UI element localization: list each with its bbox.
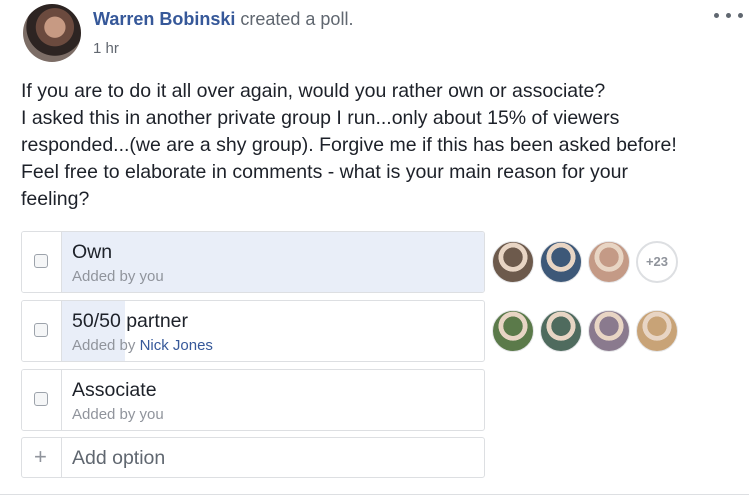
added-by-user-link[interactable]: Nick Jones	[140, 337, 213, 354]
option-added-by: Added by you	[72, 268, 164, 285]
dot-icon	[726, 13, 731, 18]
voter-avatar[interactable]	[492, 241, 534, 283]
checkbox-area[interactable]	[22, 370, 62, 430]
voter-avatar[interactable]	[636, 310, 678, 352]
option-label: Own	[72, 241, 113, 263]
option-checkbox[interactable]	[34, 392, 48, 406]
poll-option-50-50-partner[interactable]: 50/50 partner Added by Nick Jones	[21, 300, 485, 362]
poll-option-associate[interactable]: Associate Added by you	[21, 369, 485, 431]
poll-option-own[interactable]: Own Added by you	[21, 231, 485, 293]
option-label: Associate	[72, 379, 157, 401]
dot-icon	[738, 13, 743, 18]
voter-avatar[interactable]	[540, 241, 582, 283]
voter-avatar[interactable]	[540, 310, 582, 352]
more-options-button[interactable]	[712, 4, 746, 26]
author-name[interactable]: Warren Bobinski	[93, 9, 235, 29]
added-by-text: Added by	[72, 337, 136, 354]
more-voters-count[interactable]: +23	[636, 241, 678, 283]
plus-icon: +	[34, 444, 47, 469]
post-text-line: responded...(we are a shy group). Forgiv…	[21, 134, 677, 156]
author-avatar[interactable]	[23, 4, 81, 62]
add-option-plus-area[interactable]: +	[22, 438, 62, 477]
added-by-text: Added by you	[72, 406, 164, 423]
author-line: Warren Bobinski created a poll.	[93, 9, 353, 30]
added-by-text: Added by you	[72, 268, 164, 285]
checkbox-area[interactable]	[22, 301, 62, 361]
post-text-line: I asked this in another private group I …	[21, 107, 620, 129]
post-text-line: Feel free to elaborate in comments - wha…	[21, 161, 628, 183]
post-timestamp[interactable]: 1 hr	[93, 40, 119, 57]
option-label: 50/50 partner	[72, 310, 189, 332]
voter-avatar[interactable]	[588, 310, 630, 352]
post-text-line: If you are to do it all over again, woul…	[21, 80, 606, 102]
dot-icon	[714, 13, 719, 18]
checkbox-area[interactable]	[22, 232, 62, 292]
post-header: Warren Bobinski created a poll. 1 hr	[0, 0, 749, 66]
post-text-line: feeling?	[21, 188, 90, 210]
option-checkbox[interactable]	[34, 323, 48, 337]
post-text: If you are to do it all over again, woul…	[21, 78, 741, 213]
option-checkbox[interactable]	[34, 254, 48, 268]
add-option-input[interactable]	[72, 445, 472, 471]
voter-avatar[interactable]	[492, 310, 534, 352]
add-option-row[interactable]: +	[21, 437, 485, 478]
option-added-by: Added by you	[72, 406, 164, 423]
voter-avatar[interactable]	[588, 241, 630, 283]
post-action-text: created a poll.	[240, 9, 354, 29]
option-added-by: Added by Nick Jones	[72, 337, 213, 354]
